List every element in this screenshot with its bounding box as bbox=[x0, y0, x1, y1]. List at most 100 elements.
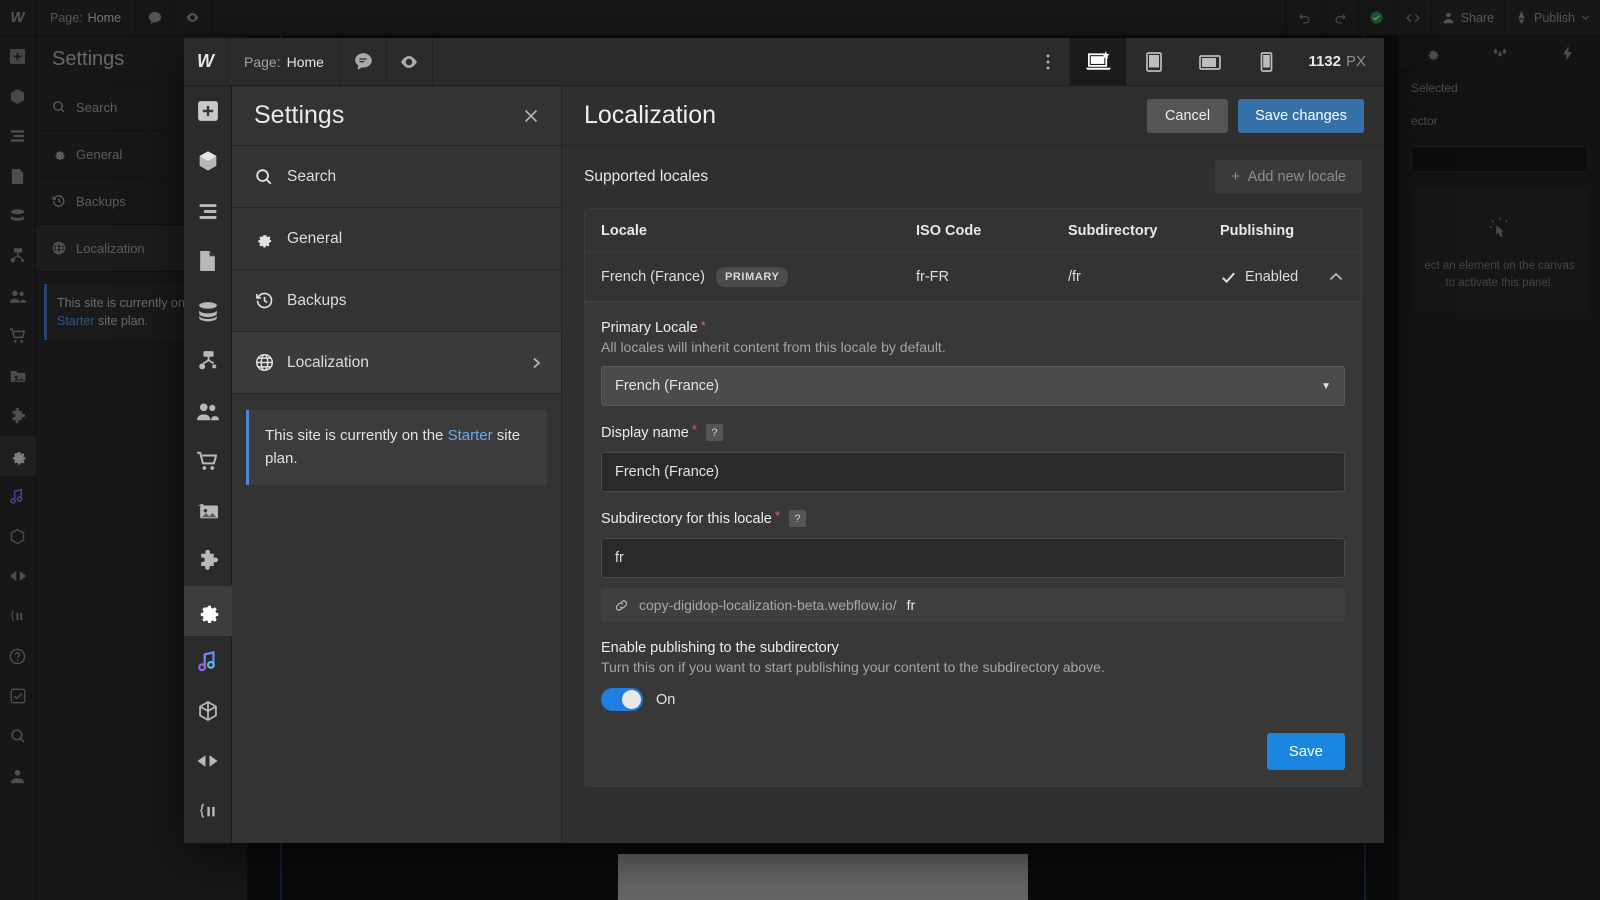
logic-icon[interactable] bbox=[184, 336, 232, 386]
detail-footer: Save bbox=[601, 729, 1345, 770]
main-title: Localization bbox=[584, 101, 717, 129]
settings-icon[interactable] bbox=[184, 586, 232, 636]
components-icon[interactable] bbox=[184, 136, 232, 186]
column-header-locale: Locale bbox=[601, 222, 647, 239]
sidebar-item-label: Backups bbox=[287, 291, 347, 309]
comment-icon[interactable] bbox=[341, 38, 387, 85]
cell-locale: French (France) PRIMARY bbox=[601, 267, 916, 287]
chevron-right-icon bbox=[529, 356, 543, 370]
sidebar-item-label: Search bbox=[287, 167, 337, 185]
cell-publishing: Enabled bbox=[1220, 268, 1345, 286]
sidebar-item-localization[interactable]: Localization bbox=[232, 332, 561, 394]
localization-main-panel: Localization Cancel Save changes Support… bbox=[562, 86, 1384, 843]
save-button[interactable]: Save bbox=[1266, 733, 1345, 770]
modal-topbar: W Page: Home 1132 PX bbox=[184, 38, 1384, 86]
cancel-button[interactable]: Cancel bbox=[1146, 98, 1229, 133]
main-header: Localization Cancel Save changes bbox=[562, 86, 1384, 146]
save-changes-button[interactable]: Save changes bbox=[1238, 98, 1364, 133]
plan-notice-link[interactable]: Starter bbox=[448, 427, 493, 444]
settings-modal: W Page: Home 1132 PX Settings Search Gen… bbox=[184, 38, 1384, 843]
locale-name: French (France) bbox=[601, 269, 705, 285]
primary-locale-select[interactable]: French (France) ▼ bbox=[601, 366, 1345, 406]
code-editor-icon[interactable] bbox=[184, 786, 232, 836]
table-row[interactable]: French (France) PRIMARY fr-FR /fr Enable… bbox=[585, 253, 1361, 301]
publishing-toggle-label: Enable publishing to the subdirectory bbox=[601, 640, 1345, 656]
page-name: Home bbox=[286, 53, 324, 70]
locales-table: Locale ISO Code Subdirectory Publishing … bbox=[584, 208, 1362, 787]
cms-icon[interactable] bbox=[184, 286, 232, 336]
plan-notice-prefix: This site is currently on the bbox=[265, 427, 448, 444]
plan-notice: This site is currently on the Starter si… bbox=[246, 410, 547, 485]
publishing-status: Enabled bbox=[1245, 269, 1299, 285]
users-icon[interactable] bbox=[184, 386, 232, 436]
main-content: Supported locales + Add new locale Local… bbox=[562, 146, 1384, 843]
page-label: Page: bbox=[244, 53, 281, 70]
eye-icon[interactable] bbox=[387, 38, 433, 85]
viewport-width-indicator[interactable]: 1132 PX bbox=[1294, 38, 1384, 85]
more-vertical-icon[interactable] bbox=[1026, 38, 1071, 85]
plus-icon: + bbox=[1231, 169, 1240, 185]
column-header-publishing: Publishing bbox=[1220, 222, 1295, 239]
add-new-locale-button[interactable]: + Add new locale bbox=[1215, 160, 1362, 194]
webflow-logo[interactable]: W bbox=[184, 38, 228, 85]
url-preview: copy-digidop-localization-beta.webflow.i… bbox=[601, 588, 1345, 622]
sidebar-item-label: Localization bbox=[287, 353, 369, 371]
required-asterisk: * bbox=[774, 508, 780, 523]
cell-subdirectory: /fr bbox=[1068, 269, 1081, 285]
label-text: Enable publishing to the subdirectory bbox=[601, 640, 839, 656]
label-text: Subdirectory for this locale bbox=[601, 510, 772, 527]
required-asterisk: * bbox=[691, 422, 697, 437]
field-publishing-toggle: Enable publishing to the subdirectory Tu… bbox=[601, 640, 1345, 711]
field-subdirectory: Subdirectory for this locale * ? fr copy… bbox=[601, 508, 1345, 622]
add-locale-label: Add new locale bbox=[1247, 169, 1346, 185]
device-tablet-landscape-button[interactable] bbox=[1182, 38, 1238, 85]
primary-locale-value: French (France) bbox=[615, 378, 719, 394]
viewport-value: 1132 bbox=[1308, 53, 1341, 70]
sidebar-item-backups[interactable]: Backups bbox=[232, 270, 561, 332]
search-icon bbox=[254, 168, 274, 186]
display-name-input[interactable]: French (France) bbox=[601, 452, 1345, 492]
field-display-name: Display name * ? French (France) bbox=[601, 422, 1345, 492]
add-icon[interactable] bbox=[184, 86, 232, 136]
cell-iso-code: fr-FR bbox=[916, 269, 950, 285]
device-tablet-button[interactable] bbox=[1126, 38, 1182, 85]
check-icon bbox=[1222, 271, 1235, 283]
section-title: Supported locales bbox=[584, 168, 709, 185]
variables-icon[interactable] bbox=[184, 686, 232, 736]
chevron-up-icon[interactable] bbox=[1327, 268, 1345, 286]
toggle-knob bbox=[622, 690, 641, 709]
globe-icon bbox=[254, 353, 274, 372]
link-icon bbox=[614, 598, 629, 613]
column-header-subdirectory: Subdirectory bbox=[1068, 222, 1158, 239]
close-icon[interactable] bbox=[521, 106, 541, 126]
sidebar-item-general[interactable]: General bbox=[232, 208, 561, 270]
page-indicator[interactable]: Page: Home bbox=[228, 38, 341, 85]
publishing-toggle-description: Turn this on if you want to start publis… bbox=[601, 659, 1105, 675]
help-icon[interactable]: ? bbox=[705, 424, 723, 441]
subdirectory-label: Subdirectory for this locale * ? bbox=[601, 508, 1345, 527]
field-primary-locale: Primary Locale * All locales will inheri… bbox=[601, 318, 1345, 406]
url-path: fr bbox=[906, 597, 916, 613]
modal-body: Settings Search General Backups Localiza… bbox=[184, 86, 1384, 843]
toggle-state-label: On bbox=[656, 691, 676, 708]
sidebar-item-search[interactable]: Search bbox=[232, 146, 561, 208]
display-name-value: French (France) bbox=[615, 464, 719, 480]
ecommerce-icon[interactable] bbox=[184, 436, 232, 486]
page-title: Settings bbox=[254, 101, 345, 129]
audio-icon[interactable] bbox=[184, 636, 232, 686]
table-header-row: Locale ISO Code Subdirectory Publishing bbox=[585, 209, 1361, 253]
navigator-icon[interactable] bbox=[184, 186, 232, 236]
label-text: Display name bbox=[601, 424, 689, 441]
assets-icon[interactable] bbox=[184, 486, 232, 536]
device-desktop-button[interactable] bbox=[1070, 38, 1127, 85]
help-icon[interactable]: ? bbox=[788, 510, 806, 527]
publishing-toggle[interactable] bbox=[601, 688, 643, 711]
device-mobile-button[interactable] bbox=[1238, 38, 1294, 85]
main-actions: Cancel Save changes bbox=[1146, 98, 1364, 133]
subdirectory-input[interactable]: fr bbox=[601, 538, 1345, 578]
label-text: Primary Locale bbox=[601, 320, 698, 336]
pages-icon[interactable] bbox=[184, 236, 232, 286]
gear-icon bbox=[254, 230, 274, 248]
interactions-icon[interactable] bbox=[184, 736, 232, 786]
apps-icon[interactable] bbox=[184, 536, 232, 586]
